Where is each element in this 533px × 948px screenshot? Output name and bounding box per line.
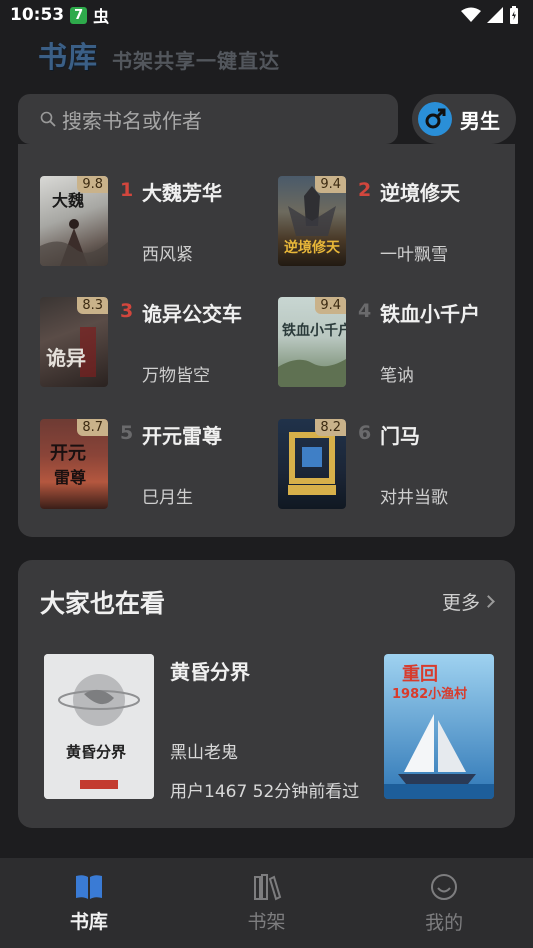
battery-icon — [510, 6, 518, 24]
signal-icon — [487, 7, 503, 23]
search-bar[interactable]: 搜索书名或作者 — [18, 94, 398, 144]
page-title: 书库 — [38, 40, 99, 74]
svg-text:大魏: 大魏 — [52, 191, 84, 210]
svg-text:开元: 开元 — [50, 443, 86, 464]
score-badge: 8.7 — [77, 419, 108, 436]
svg-text:铁血小千户: 铁血小千户 — [282, 322, 346, 339]
score-badge: 9.8 — [77, 176, 108, 193]
book-author: 对井当歌 — [380, 488, 448, 508]
book-author: 笔讷 — [380, 366, 414, 386]
book-title: 诡异公交车 — [142, 302, 242, 326]
rank-number: 1 — [120, 179, 134, 201]
svg-text:雷尊: 雷尊 — [54, 468, 86, 487]
rank-number: 6 — [358, 422, 372, 444]
bottom-nav: 书库 书架 我的 — [0, 858, 533, 948]
svg-text:1982小渔村: 1982小渔村 — [392, 686, 467, 702]
book-author: 黑山老鬼 — [170, 743, 238, 763]
svg-text:重回: 重回 — [402, 663, 438, 685]
rank-number: 3 — [120, 300, 134, 322]
ranking-card: 大魏 9.8 1 大魏芳华 西风紧 逆境修天 9.4 2 逆境修天 一叶飘雪 诡… — [18, 144, 515, 537]
book-open-icon — [75, 874, 102, 899]
book-title: 门马 — [380, 424, 420, 448]
book-author: 万物皆空 — [142, 366, 210, 386]
book-author: 西风紧 — [142, 245, 193, 265]
book-title: 逆境修天 — [380, 181, 460, 205]
ranking-item[interactable]: 铁血小千户 9.4 4 铁血小千户 笔讷 — [278, 297, 508, 389]
ranking-item[interactable]: 大魏 9.8 1 大魏芳华 西风紧 — [40, 176, 270, 268]
wifi-icon — [461, 7, 481, 22]
more-label: 更多 — [441, 592, 480, 614]
book-cover: 8.2 — [278, 419, 346, 509]
svg-text:逆境修天: 逆境修天 — [284, 239, 341, 256]
book-cover[interactable]: 黄昏分界 — [44, 654, 154, 799]
book-cover: 大魏 9.8 — [40, 176, 108, 266]
book-cover: 铁血小千户 9.4 — [278, 297, 346, 387]
more-link[interactable]: 更多 — [441, 588, 495, 615]
smile-icon — [431, 873, 458, 900]
svg-text:诡异: 诡异 — [46, 346, 86, 370]
ranking-item[interactable]: 8.2 6 门马 对井当歌 — [278, 419, 508, 511]
chevron-right-icon — [482, 595, 495, 608]
book-title[interactable]: 黄昏分界 — [170, 656, 250, 685]
app-badge-icon: 7 — [70, 6, 88, 24]
nav-label: 我的 — [425, 911, 464, 934]
book-title: 大魏芳华 — [142, 181, 222, 205]
page-header: 书库 书架共享一键直达 — [38, 34, 280, 76]
score-badge: 8.3 — [77, 297, 108, 314]
rank-number: 5 — [120, 422, 134, 444]
bookshelf-icon — [253, 873, 281, 900]
also-reading-card: 大家也在看 更多 黄昏分界 黄昏分界 黑山老鬼 用户1467 52分钟前看过 重… — [18, 560, 515, 828]
score-badge: 9.4 — [315, 176, 346, 193]
gender-toggle-button[interactable]: 男生 — [412, 94, 516, 144]
book-cover[interactable]: 重回 1982小渔村 — [384, 654, 494, 799]
score-badge: 8.2 — [315, 419, 346, 436]
search-icon — [40, 111, 56, 127]
nav-label: 书库 — [69, 910, 108, 933]
nav-item-library[interactable]: 书库 — [0, 858, 178, 948]
book-author: 巳月生 — [142, 488, 193, 508]
ranking-item[interactable]: 逆境修天 9.4 2 逆境修天 一叶飘雪 — [278, 176, 508, 268]
gender-label: 男生 — [460, 108, 500, 133]
rank-number: 4 — [358, 300, 372, 322]
nav-item-profile[interactable]: 我的 — [355, 858, 533, 948]
status-icons — [461, 6, 519, 24]
status-bar: 10:53 7 虫 — [0, 0, 533, 30]
book-title: 铁血小千户 — [380, 302, 480, 326]
score-badge: 9.4 — [315, 297, 346, 314]
status-time: 10:53 — [10, 5, 65, 25]
read-meta: 用户1467 52分钟前看过 — [170, 782, 360, 802]
book-author: 一叶飘雪 — [380, 245, 448, 265]
book-cover: 逆境修天 9.4 — [278, 176, 346, 266]
book-title: 开元雷尊 — [142, 424, 222, 448]
nav-item-shelf[interactable]: 书架 — [178, 858, 356, 948]
ranking-item[interactable]: 开元 雷尊 8.7 5 开元雷尊 巳月生 — [40, 419, 270, 511]
search-placeholder: 搜索书名或作者 — [62, 108, 202, 133]
book-cover: 诡异 8.3 — [40, 297, 108, 387]
bug-icon: 虫 — [93, 7, 110, 26]
svg-text:黄昏分界: 黄昏分界 — [66, 743, 126, 761]
male-icon — [418, 102, 452, 136]
rank-number: 2 — [358, 179, 372, 201]
ranking-item[interactable]: 诡异 8.3 3 诡异公交车 万物皆空 — [40, 297, 270, 389]
section-title: 大家也在看 — [40, 589, 166, 618]
page-subtitle: 书架共享一键直达 — [112, 49, 281, 73]
book-cover: 开元雷尊 8.7 — [40, 419, 108, 509]
nav-label: 书架 — [247, 910, 286, 933]
